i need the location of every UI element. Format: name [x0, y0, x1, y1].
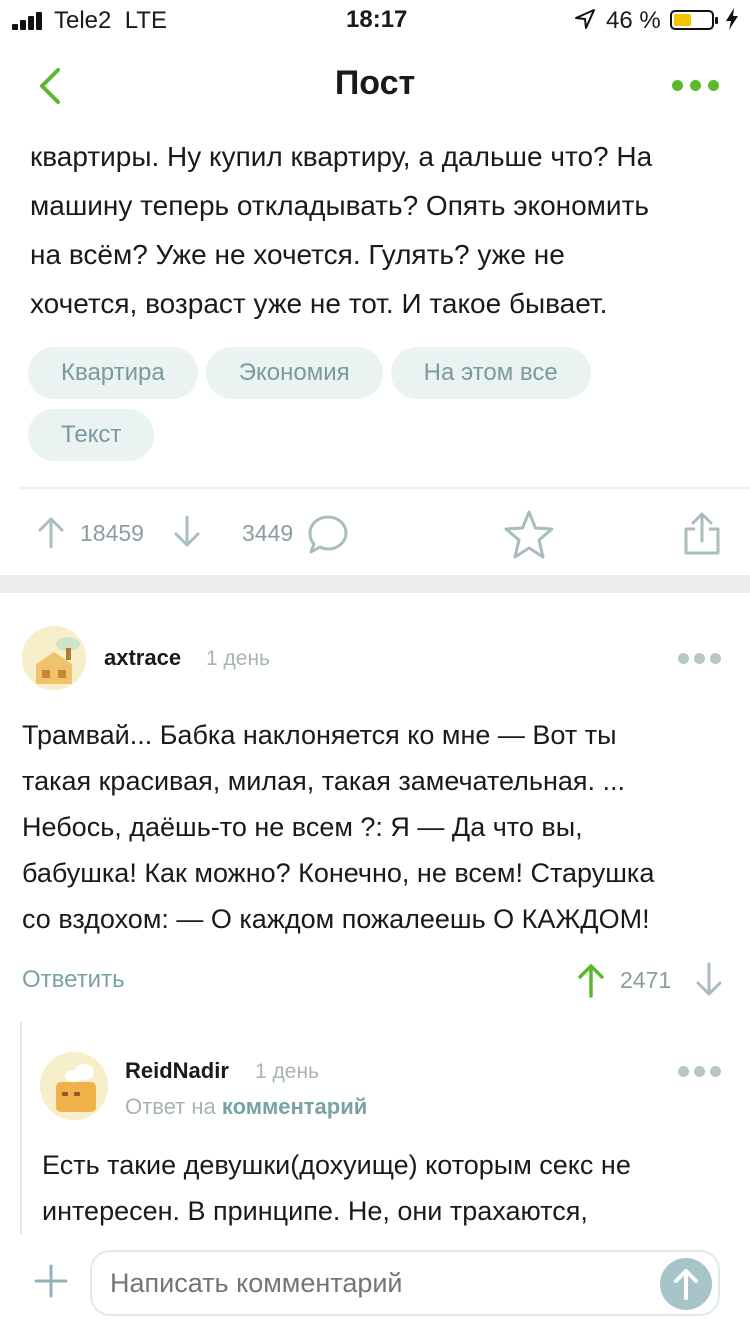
comment-time: 1 день — [206, 647, 270, 670]
clock: 18:17 — [346, 6, 408, 33]
comments-count[interactable]: 3449 — [242, 520, 293, 547]
tag-chip[interactable]: Экономия — [205, 347, 383, 399]
comment-text-line: интересен. В принципе. Не, они трахаются… — [42, 1196, 588, 1226]
network-type: LTE — [124, 7, 167, 34]
location-arrow-icon — [575, 9, 595, 29]
divider — [20, 487, 750, 489]
upvote-arrow-icon[interactable] — [36, 515, 66, 549]
bookmark-star-icon[interactable] — [502, 509, 556, 561]
comment-text-line: такая красивая, милая, такая замечательн… — [22, 766, 626, 796]
attach-plus-icon[interactable] — [34, 1264, 68, 1298]
signal-strength-icon — [12, 12, 48, 30]
send-button[interactable] — [660, 1258, 712, 1310]
post-text-line: хочется, возраст уже не тот. И такое быв… — [30, 288, 608, 319]
comment-more-icon[interactable] — [678, 653, 722, 665]
comment-body: Трамвай... Бабка наклоняется ко мне — Во… — [22, 712, 734, 942]
post-text-line: машину теперь откладывать? Опять экономи… — [30, 190, 649, 221]
tag-chip[interactable]: На этом все — [390, 347, 591, 399]
thread-line — [20, 1022, 22, 1234]
comment-rating: 2471 — [620, 967, 672, 993]
avatar[interactable] — [40, 1052, 108, 1120]
comment-text-line: со вздохом: — О каждом пожалеешь О КАЖДО… — [22, 904, 650, 934]
share-icon[interactable] — [682, 511, 722, 555]
comment-time: 1 день — [255, 1060, 319, 1083]
battery-fill — [674, 14, 691, 26]
more-options-icon[interactable] — [672, 80, 720, 92]
tag-list: Квартира Экономия На этом все Текст — [28, 347, 728, 471]
section-divider — [0, 575, 750, 593]
comment-bubble-icon[interactable] — [306, 513, 350, 557]
reply-to-label: Ответ на комментарий — [125, 1094, 368, 1119]
upvote-arrow-icon[interactable] — [576, 962, 606, 998]
comment-composer — [0, 1234, 750, 1334]
reply-button[interactable]: Ответить — [22, 966, 125, 994]
reply-to-link[interactable]: комментарий — [222, 1094, 367, 1119]
send-arrow-icon — [674, 1269, 698, 1300]
battery-percent: 46 % — [606, 7, 661, 34]
post-text-line: на всём? Уже не хочется. Гулять? уже не — [30, 239, 565, 270]
comment-input[interactable] — [90, 1250, 720, 1316]
comment-body: Есть такие девушки(дохуище) которым секс… — [42, 1142, 732, 1234]
tag-chip[interactable]: Квартира — [28, 347, 198, 399]
post-actions-bar: 18459 3449 — [0, 505, 750, 565]
downvote-arrow-icon[interactable] — [694, 962, 724, 998]
downvote-arrow-icon[interactable] — [172, 515, 202, 549]
comment-author[interactable]: ReidNadir — [125, 1058, 229, 1084]
page-title: Пост — [334, 64, 416, 102]
carrier-label: Tele2 LTE — [54, 7, 167, 34]
tag-chip[interactable]: Текст — [28, 409, 155, 461]
comment-text-line: бабушка! Как можно? Конечно, не всем! Ст… — [22, 858, 655, 888]
battery-icon — [670, 10, 718, 30]
house-avatar-icon — [22, 626, 86, 690]
status-bar: Tele2 LTE 18:17 46 % — [0, 0, 750, 40]
toaster-avatar-icon — [40, 1052, 108, 1120]
comment-text-line: Трамвай... Бабка наклоняется ко мне — Во… — [22, 720, 617, 750]
post-text-line: квартиры. Ну купил квартиру, а дальше чт… — [30, 141, 653, 172]
avatar[interactable] — [22, 626, 86, 690]
comment-more-icon[interactable] — [678, 1066, 722, 1078]
comment-text-line: Небось, даёшь-то не всем ?: Я — Да что в… — [22, 812, 583, 842]
comment-author[interactable]: axtrace — [104, 645, 181, 671]
post-rating: 18459 — [80, 520, 144, 546]
post-body: квартиры. Ну купил квартиру, а дальше чт… — [30, 132, 730, 328]
charging-bolt-icon — [726, 8, 738, 30]
comment-text-line: Есть такие девушки(дохуище) которым секс… — [42, 1150, 631, 1180]
